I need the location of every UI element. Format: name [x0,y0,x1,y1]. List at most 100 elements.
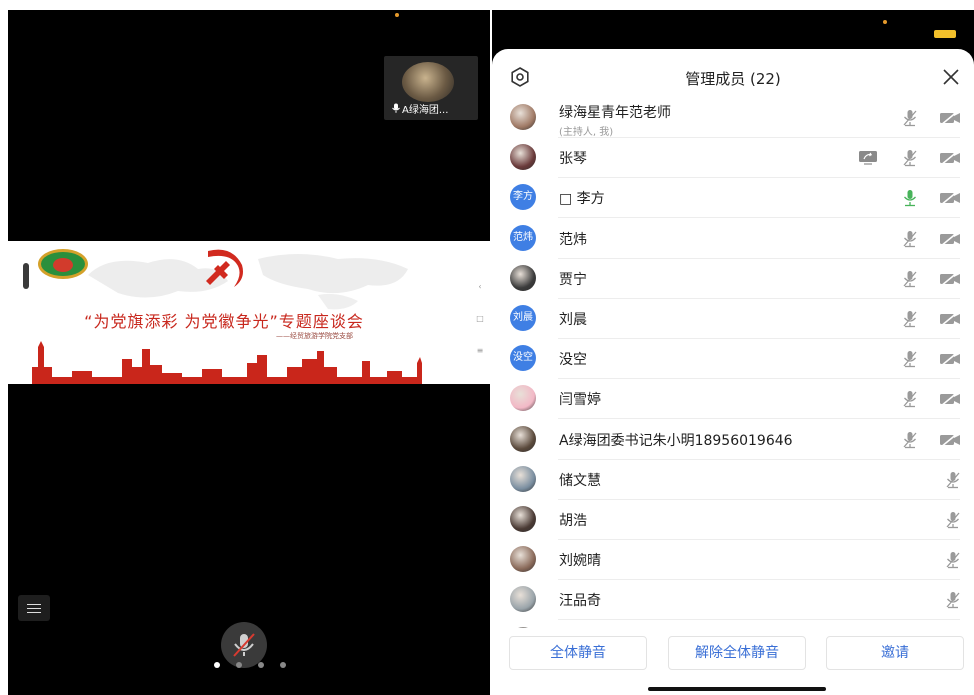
manage-members-sheet: 管理成员 (22) 绿海星青年范老师 (主持人, 我) 张琴李方 □ 李方范炜 范炜贾宁… [492,49,974,695]
member-row[interactable]: 胡浩 [492,500,974,540]
mic-muted-icon[interactable] [901,310,919,328]
camera-off-icon[interactable] [939,351,961,367]
member-name: 刘婉晴 [559,553,601,570]
camera-off-icon[interactable] [939,271,961,287]
member-name: A绿海团委书记朱小明18956019646 [559,432,793,449]
sheet-footer: 全体静音 解除全体静音 邀请 [492,628,974,695]
avatar [510,465,536,492]
mic-muted-icon[interactable] [901,109,919,127]
avatar [510,264,536,291]
college-emblem [38,249,88,279]
member-name: 绿海星青年范老师 [559,105,671,121]
status-indicator-dot [883,20,887,24]
avatar [510,506,536,532]
party-emblem-icon [206,249,243,287]
member-name: 胡浩 [559,513,587,529]
member-name: 闫雪婷 [559,392,601,409]
camera-off-icon[interactable] [939,391,961,407]
avatar: 范炜 [510,224,536,251]
host-thumbnail-label: A绿海团... [402,105,449,116]
slide-side-controls: ‹ □ ≡ [474,271,486,367]
camera-off-icon[interactable] [939,150,961,166]
sheet-header: 管理成员 (22) [492,49,974,101]
mic-muted-icon[interactable] [944,591,962,609]
slide-title: “为党旗添彩 为党徽争光”专题座谈会 [84,312,364,331]
square-icon[interactable]: □ [474,303,486,335]
invite-button[interactable]: 邀请 [826,636,964,670]
page-dot-active[interactable] [214,662,220,668]
chevron-left-icon[interactable]: ‹ [474,271,486,303]
mic-muted-icon[interactable] [901,431,919,449]
close-icon[interactable] [941,67,961,87]
member-row[interactable]: 闫雪婷 [492,379,974,420]
mic-muted-icon[interactable] [901,230,919,248]
home-indicator [648,687,826,691]
member-row[interactable]: 李方 □ 李方 [492,178,974,219]
page-dot[interactable] [258,662,264,668]
member-row[interactable]: 绿海星青年范老师 (主持人, 我) [492,98,974,138]
mute-all-button[interactable]: 全体静音 [509,636,647,670]
camera-off-icon[interactable] [939,231,961,247]
member-role: (主持人, 我) [559,127,614,138]
page-indicator [214,662,294,672]
member-row[interactable]: 张琴 [492,138,974,179]
mic-muted-icon[interactable] [901,270,919,288]
mic-muted-icon[interactable] [901,390,919,408]
camera-off-icon[interactable] [939,110,961,126]
page-dot[interactable] [280,662,286,668]
mic-muted-icon[interactable] [944,471,962,489]
avatar [510,586,536,613]
meeting-view: A绿海团... “为党旗添彩 为党徽争光”专题座谈会 ——经贸旅游学院党支部 ‹ [8,10,490,695]
member-row[interactable]: 刘晨 刘晨 [492,299,974,339]
screenshot-root: A绿海团... “为党旗添彩 为党徽争光”专题座谈会 ——经贸旅游学院党支部 ‹ [0,0,974,695]
avatar [510,425,536,452]
mic-on-icon[interactable] [901,189,919,207]
member-name: 储文慧 [559,472,601,489]
member-row[interactable]: 没空 没空 [492,339,974,380]
member-management-view: 管理成员 (22) 绿海星青年范老师 (主持人, 我) 张琴李方 □ 李方范炜 范炜贾宁… [492,10,974,695]
member-row[interactable]: 刘婉晴 [492,540,974,581]
avatar [510,546,536,573]
member-name: 张琴 [559,151,587,168]
member-name: 贾宁 [559,271,587,288]
member-list: 绿海星青年范老师 (主持人, 我) 张琴李方 □ 李方范炜 范炜贾宁刘晨 刘晨没空 没空闫雪… [492,98,974,628]
camera-off-icon[interactable] [939,190,961,206]
screen-share-icon[interactable] [858,150,878,165]
slide-left-handle [23,263,29,289]
avatar [510,385,536,412]
member-name: 刘晨 [559,312,587,328]
mic-muted-icon[interactable] [901,149,919,167]
avatar: 李方 [510,184,536,211]
mic-muted-icon[interactable] [901,350,919,368]
shared-slide: “为党旗添彩 为党徽争光”专题座谈会 ——经贸旅游学院党支部 ‹ □ ≡ [8,241,490,384]
camera-off-icon[interactable] [939,432,961,448]
host-video-thumbnail[interactable]: A绿海团... [384,56,478,120]
member-row[interactable]: 未实使实微绿海学院 [492,621,974,628]
member-row[interactable]: 储文慧 [492,460,974,500]
page-dot[interactable] [236,662,242,668]
host-avatar [402,62,454,102]
avatar: 刘晨 [510,305,536,331]
mic-icon [392,103,400,113]
sheet-title: 管理成员 (22) [685,70,781,88]
city-skyline [32,341,422,384]
member-name: 范炜 [559,231,587,248]
unmute-all-button[interactable]: 解除全体静音 [668,636,806,670]
member-row[interactable]: 贾宁 [492,259,974,299]
avatar [510,104,536,130]
avatar [510,144,536,171]
list-icon[interactable] [18,595,50,621]
mic-muted-icon[interactable] [944,511,962,529]
member-row[interactable]: A绿海团委书记朱小明18956019646 [492,420,974,460]
menu-icon[interactable]: ≡ [474,335,486,367]
member-name: □ 李方 [559,191,605,208]
camera-off-icon[interactable] [939,311,961,327]
member-row[interactable]: 范炜 范炜 [492,219,974,259]
avatar: 没空 [510,345,536,372]
battery-icon [934,30,956,38]
member-name: 汪品奇 [559,593,601,610]
mic-muted-icon[interactable] [944,551,962,569]
status-indicator-dot [395,13,399,17]
member-row[interactable]: 汪品奇 [492,580,974,621]
member-name: 没空 [559,352,587,369]
